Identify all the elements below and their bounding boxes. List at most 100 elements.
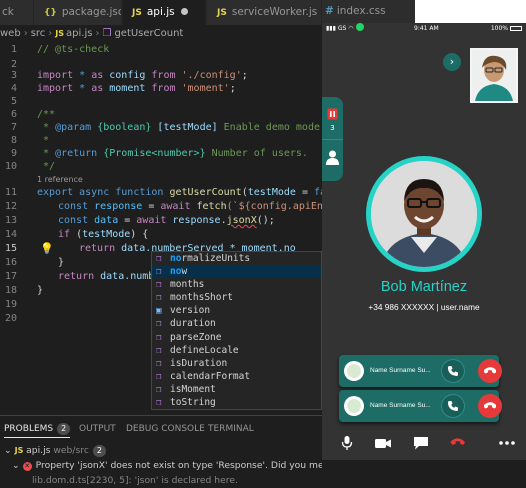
suggestion-item[interactable]: ❒ isDuration bbox=[152, 357, 321, 370]
hangup-icon bbox=[484, 367, 496, 374]
decline-call-button[interactable] bbox=[478, 394, 502, 418]
tab-output[interactable]: OUTPUT bbox=[79, 416, 116, 442]
method-cube-icon: ❒ bbox=[156, 280, 162, 291]
breadcrumb-symbol[interactable]: getUserCount bbox=[114, 28, 183, 39]
codelens-references[interactable]: 1 reference bbox=[37, 174, 83, 185]
avatar bbox=[371, 161, 477, 267]
code-editor: ck {}package.json JSapi.js JSserviceWork… bbox=[0, 0, 322, 488]
json-file-icon: {} bbox=[44, 8, 57, 18]
editor-tab-bar: ck {} package.json JS api.js JS serviceWork… bbox=[0, 0, 322, 25]
divider bbox=[322, 139, 343, 140]
accept-call-button[interactable] bbox=[441, 394, 465, 418]
suggestion-item-selected[interactable]: ❒ now bbox=[152, 265, 321, 279]
method-cube-icon: ❒ bbox=[156, 345, 162, 356]
chat-icon[interactable] bbox=[412, 435, 430, 451]
phone-icon bbox=[448, 401, 458, 411]
incoming-call-row[interactable]: Name Surname Su... bbox=[339, 390, 502, 422]
property-icon: ▣ bbox=[156, 306, 162, 317]
chevron-right-icon: › bbox=[23, 28, 28, 39]
js-file-icon: JS bbox=[217, 8, 227, 18]
pause-calls-icon[interactable] bbox=[327, 108, 338, 120]
queue-count: 3 bbox=[330, 124, 335, 132]
suggestion-item[interactable]: ❒ parseZone bbox=[152, 331, 321, 344]
suggestion-item[interactable]: ❒ duration bbox=[152, 317, 321, 330]
line-number: 18 bbox=[4, 285, 17, 296]
tab-index-css[interactable]: # index.css bbox=[322, 0, 415, 23]
line-number: 12 bbox=[4, 201, 17, 212]
method-cube-icon: ❒ bbox=[156, 384, 162, 395]
contact-name: Bob Martínez bbox=[380, 279, 468, 295]
tab-label: serviceWorker.js bbox=[231, 6, 318, 18]
suggestion-item[interactable]: ❒ normalizeUnits bbox=[152, 252, 321, 265]
suggestion-item[interactable]: ❒ monthsShort bbox=[152, 291, 321, 304]
incoming-call-row[interactable]: Name Surname Su... bbox=[339, 355, 502, 387]
line-number: 17 bbox=[4, 271, 17, 282]
code-line: export async function getUserCount(testM… bbox=[37, 187, 322, 198]
contact-person-icon[interactable] bbox=[326, 150, 339, 165]
more-options-icon[interactable] bbox=[498, 435, 516, 451]
tab-label: api.js bbox=[146, 6, 175, 18]
tab-terminal[interactable]: TERMINAL bbox=[208, 416, 254, 442]
method-cube-icon: ❒ bbox=[156, 332, 162, 343]
line-number: 10 bbox=[4, 161, 17, 172]
breadcrumb: web › src › JS api.js › ❒ getUserCount bbox=[0, 27, 183, 41]
problem-related-row[interactable]: lib.dom.d.ts[2230, 5]: 'json' is declare… bbox=[32, 474, 238, 488]
tab-package-json[interactable]: {} package.json bbox=[34, 0, 122, 25]
chevron-right-icon[interactable]: › bbox=[443, 53, 461, 71]
contact-avatar bbox=[366, 156, 482, 272]
problem-error-row[interactable]: ⌄ ✕ Property 'jsonX' does not exist on ty… bbox=[12, 459, 322, 473]
code-line: } bbox=[58, 257, 65, 268]
microphone-icon[interactable] bbox=[338, 435, 356, 451]
method-cube-icon: ❒ bbox=[156, 254, 162, 264]
tab-truncated[interactable]: ck bbox=[0, 0, 34, 25]
unsaved-dot-icon[interactable] bbox=[180, 8, 188, 15]
person-photo-icon bbox=[371, 161, 477, 267]
tab-api-js[interactable]: JS api.js bbox=[123, 0, 206, 25]
breadcrumb-src[interactable]: src bbox=[31, 28, 46, 39]
file-count-badge: 2 bbox=[92, 445, 106, 457]
side-call-panel: 3 bbox=[322, 97, 343, 181]
hangup-icon[interactable] bbox=[449, 435, 467, 451]
suggestion-item[interactable]: ❒ months bbox=[152, 278, 321, 291]
method-cube-icon: ❒ bbox=[156, 398, 162, 409]
accept-call-button[interactable] bbox=[441, 359, 465, 383]
method-cube-icon: ❒ bbox=[156, 319, 162, 330]
suggestion-item[interactable]: ❒ toString bbox=[152, 396, 321, 409]
tab-service-worker[interactable]: JS serviceWorker.js bbox=[207, 0, 322, 25]
breadcrumb-web[interactable]: web bbox=[0, 28, 21, 39]
call-toolbar bbox=[322, 433, 526, 453]
breadcrumb-file[interactable]: api.js bbox=[66, 28, 92, 39]
line-number: 1 bbox=[10, 44, 17, 55]
window-strip: # index.css bbox=[322, 0, 526, 23]
js-file-icon: JS bbox=[55, 29, 65, 38]
suggestion-item[interactable]: ❒ isMoment bbox=[152, 383, 321, 396]
method-cube-icon: ❒ bbox=[156, 293, 162, 304]
self-video-thumbnail[interactable] bbox=[470, 48, 518, 103]
lightbulb-icon[interactable]: 💡 bbox=[40, 241, 54, 256]
status-bar: ▮▮▮ GS ◠ 9:41 AM 100% bbox=[322, 23, 526, 35]
wifi-icon: ◠ bbox=[346, 25, 354, 32]
autocomplete-popup: ❒ normalizeUnits ❒ now ❒ months ❒ monthsShor… bbox=[151, 251, 322, 410]
caller-avatar bbox=[344, 361, 364, 381]
tab-debug-console[interactable]: DEBUG CONSOLE bbox=[126, 416, 205, 442]
code-line: // @ts-check bbox=[37, 44, 110, 55]
video-camera-icon[interactable] bbox=[374, 435, 392, 451]
battery-percent: 100% bbox=[490, 25, 508, 32]
line-number: 15 bbox=[4, 243, 17, 254]
suggestion-item[interactable]: ❒ defineLocale bbox=[152, 344, 321, 357]
caller-avatar bbox=[344, 396, 364, 416]
phone-call-screen: ▮▮▮ GS ◠ 9:41 AM 100% › 3 Bob Martínez +… bbox=[322, 23, 526, 460]
problem-file-row[interactable]: ⌄ JS api.js web/src 2 bbox=[4, 444, 106, 458]
js-file-icon: JS bbox=[14, 446, 27, 455]
code-line: if (testMode) { bbox=[58, 229, 149, 240]
clock: 9:41 AM bbox=[414, 25, 439, 32]
code-line: } bbox=[37, 285, 44, 296]
tab-problems[interactable]: PROBLEMS 2 bbox=[4, 416, 71, 438]
code-line: const data = await response.jsonX(); bbox=[58, 215, 275, 226]
suggestion-item[interactable]: ▣ version bbox=[152, 304, 321, 317]
suggestion-item[interactable]: ❒ calendarFormat bbox=[152, 370, 321, 383]
method-cube-icon: ❒ bbox=[156, 371, 162, 382]
tab-label: package.json bbox=[61, 6, 121, 18]
decline-call-button[interactable] bbox=[478, 359, 502, 383]
panel-tabs: PROBLEMS 2 OUTPUT DEBUG CONSOLE TERMINAL bbox=[0, 416, 322, 442]
